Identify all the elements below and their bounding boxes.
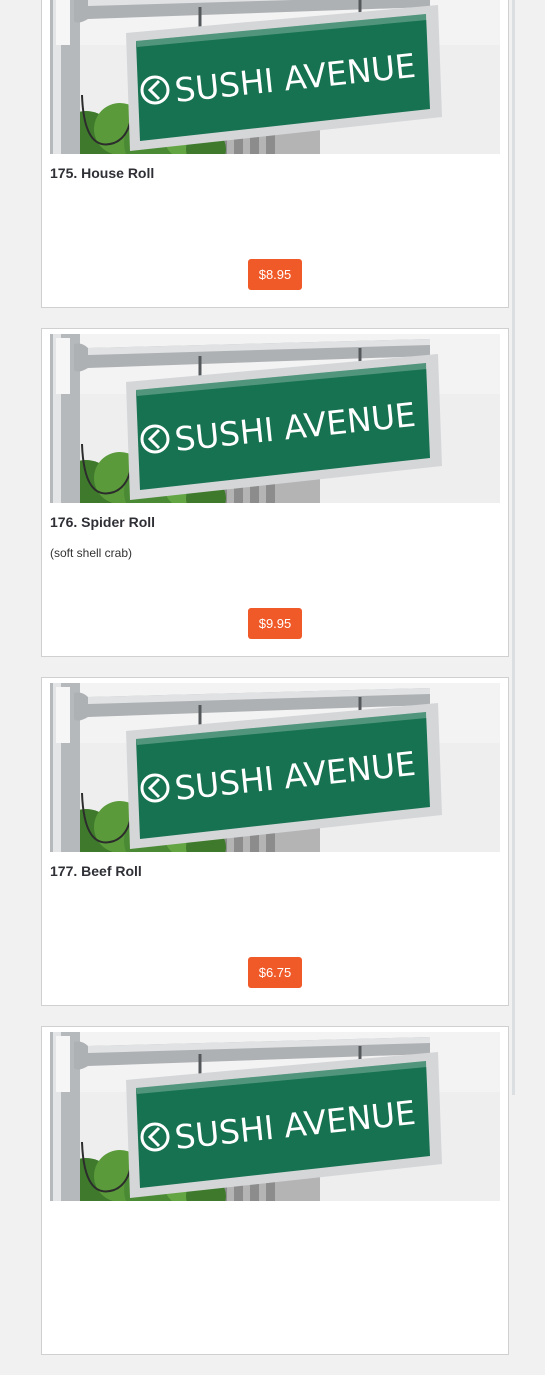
sushi-avenue-image: SUSHI AVENUE xyxy=(50,683,500,852)
sushi-avenue-image: SUSHI AVENUE xyxy=(50,1032,500,1201)
scroll-rail xyxy=(512,0,515,1095)
add-to-cart-button[interactable]: $9.95 xyxy=(248,608,302,639)
item-title[interactable]: 175. House Roll xyxy=(50,165,154,181)
menu-item-list: SUSHI AVENUE 175. House Roll $8.95 SUSHI… xyxy=(41,0,509,1375)
item-description: (soft shell crab) xyxy=(50,546,133,560)
menu-item-card: SUSHI AVENUE 175. House Roll $8.95 xyxy=(41,0,509,308)
item-title[interactable]: 176. Spider Roll xyxy=(50,514,155,530)
sushi-avenue-image: SUSHI AVENUE xyxy=(50,0,500,154)
menu-item-card: SUSHI AVENUE 177. Beef Roll $6.75 xyxy=(41,677,509,1006)
item-title[interactable]: 177. Beef Roll xyxy=(50,863,142,879)
menu-item-card: SUSHI AVENUE 176. Spider Roll (soft shel… xyxy=(41,328,509,657)
add-to-cart-button[interactable]: $6.75 xyxy=(248,957,302,988)
menu-item-card: SUSHI AVENUE xyxy=(41,1026,509,1355)
sushi-avenue-image: SUSHI AVENUE xyxy=(50,334,500,503)
add-to-cart-button[interactable]: $8.95 xyxy=(248,259,302,290)
